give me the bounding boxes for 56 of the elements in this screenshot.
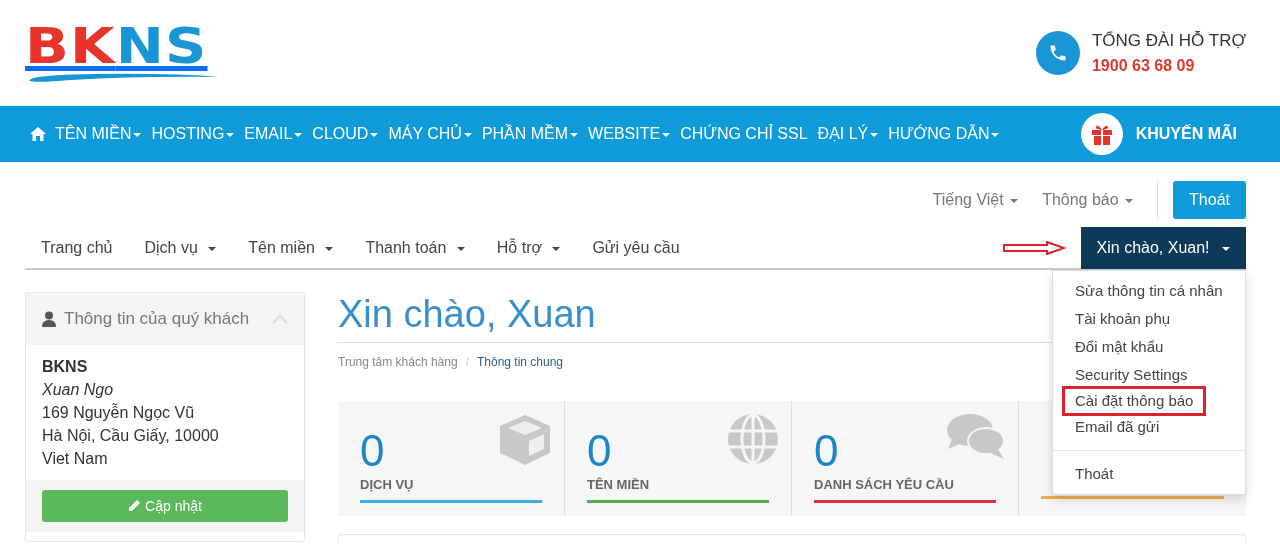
nav-menu-item[interactable]: MÁY CHỦ — [383, 122, 477, 146]
menu-item[interactable]: Đổi mật khẩu — [1053, 333, 1245, 361]
stat-label: DANH SÁCH YÊU CẦU — [814, 475, 955, 494]
stat-label: DỊCH VỤ — [360, 475, 415, 494]
card-title: Thông tin của quý khách — [64, 308, 250, 331]
phone-icon — [1035, 31, 1080, 75]
stat-value: 0 — [587, 428, 612, 473]
home-icon[interactable] — [30, 127, 46, 141]
promo-link[interactable]: KHUYẾN MÃI — [1130, 122, 1242, 146]
menu-item[interactable]: Cài đặt thông báo — [1065, 389, 1204, 413]
account-nav-item[interactable]: Dịch vụ — [128, 236, 233, 260]
nav-menu-item[interactable]: EMAIL — [239, 122, 308, 146]
nav-menu-item[interactable]: HOSTING — [146, 122, 240, 146]
customer-info-line: Viet Nam — [42, 449, 109, 469]
nav-menu-item[interactable]: CLOUD — [307, 122, 384, 146]
chat-bubbles-icon — [946, 412, 1006, 461]
update-button[interactable]: Cập nhật — [42, 490, 288, 522]
account-nav-item[interactable]: Hỗ trợ — [480, 236, 577, 260]
cube-icon — [498, 412, 552, 467]
logout-button[interactable]: Thoát — [1173, 181, 1246, 219]
menu-item[interactable]: Security Settings — [1053, 361, 1245, 389]
menu-item[interactable]: Thoát — [1053, 450, 1245, 488]
stat-value: 0 — [360, 428, 385, 473]
user-icon — [42, 311, 56, 327]
customer-info-line: BKNS — [42, 357, 89, 377]
breadcrumb-link[interactable]: Trung tâm khách hàng — [338, 352, 458, 371]
menu-item[interactable]: Email đã gửi — [1053, 413, 1245, 441]
stat-label: TÊN MIỀN — [587, 475, 651, 494]
breadcrumb-separator: / — [465, 353, 469, 371]
customer-info-line: 169 Nguyễn Ngọc Vũ — [42, 402, 196, 423]
dropdown-link[interactable]: Tiếng Việt — [932, 188, 1019, 212]
nav-menu-item[interactable]: ĐẠI LÝ — [812, 122, 884, 146]
customer-info-line: Xuan Ngo — [42, 380, 115, 400]
account-nav-item[interactable]: Trang chủ — [25, 236, 129, 260]
stat-value: 0 — [814, 428, 839, 473]
globe-icon — [727, 412, 779, 465]
nav-menu-item[interactable]: HƯỚNG DẪN — [883, 122, 1005, 146]
gift-icon[interactable] — [1080, 113, 1123, 155]
menu-item[interactable]: Tài khoản phụ — [1053, 305, 1245, 333]
account-nav-item[interactable]: Thanh toán — [349, 236, 481, 260]
hotline-label: TỔNG ĐÀI HỖ TRỢ — [1091, 30, 1246, 53]
account-nav-item[interactable]: Tên miền — [232, 236, 350, 260]
menu-item[interactable]: Sửa thông tin cá nhân — [1053, 277, 1245, 305]
nav-menu-item[interactable]: PHẦN MỀM — [476, 122, 584, 146]
breadcrumb-link[interactable]: Thông tin chung — [476, 352, 564, 371]
nav-menu-item[interactable]: TÊN MIỀN — [50, 122, 147, 146]
user-menu-button[interactable]: Xin chào, Xuan! — [1080, 227, 1246, 269]
nav-menu-item[interactable]: WEBSITE — [583, 122, 676, 146]
account-nav-item[interactable]: Gửi yêu cầu — [576, 236, 696, 260]
customer-info-line: Hà Nội, Cầu Giấy, 10000 — [42, 426, 220, 446]
hotline-number: 1900 63 68 09 — [1091, 55, 1196, 76]
arrow-annotation — [1002, 241, 1065, 255]
nav-menu-item[interactable]: CHỨNG CHỈ SSL — [675, 122, 813, 146]
pencil-icon — [128, 498, 142, 512]
dropdown-link[interactable]: Thông báo — [1042, 188, 1134, 212]
logo[interactable]: BKNS — [25, 21, 221, 85]
